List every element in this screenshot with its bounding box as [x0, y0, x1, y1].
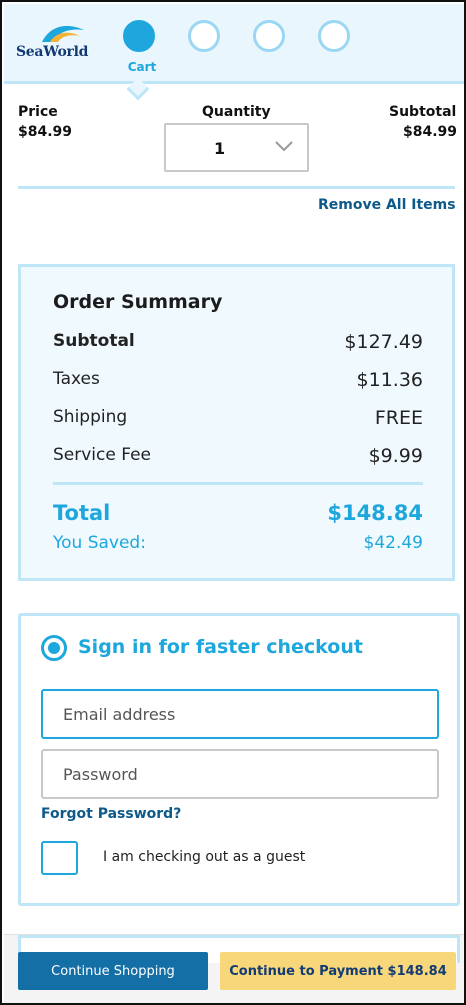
- subtotal-label: Subtotal: [389, 104, 457, 120]
- quantity-label: Quantity: [202, 104, 271, 120]
- sticky-footer: Continue Shopping Continue to Payment $1…: [4, 934, 464, 1003]
- price-label: Price: [18, 104, 58, 120]
- step-2-indicator: [188, 20, 220, 52]
- summary-value: $11.36: [356, 369, 423, 391]
- signin-radio[interactable]: [41, 635, 67, 661]
- summary-total-row: Total $148.84: [53, 501, 423, 527]
- checkout-header: SeaWorld Cart: [4, 4, 464, 84]
- order-summary-panel: Order Summary Subtotal $127.49 Taxes $11…: [18, 264, 455, 581]
- forgot-password-link[interactable]: Forgot Password?: [41, 806, 181, 822]
- summary-value: $9.99: [368, 445, 423, 467]
- summary-value: FREE: [374, 407, 423, 429]
- logo-text: SeaWorld: [16, 44, 89, 60]
- summary-row-service-fee: Service Fee $9.99: [53, 445, 423, 471]
- chevron-down-icon: [275, 141, 293, 152]
- radio-selected-dot: [48, 642, 60, 654]
- signin-panel: Sign in for faster checkout Forgot Passw…: [18, 613, 460, 906]
- total-label: Total: [53, 501, 111, 525]
- quantity-value: 1: [214, 139, 226, 158]
- order-summary-title: Order Summary: [53, 291, 223, 313]
- summary-row-shipping: Shipping FREE: [53, 407, 423, 433]
- guest-checkbox-label: I am checking out as a guest: [103, 849, 306, 865]
- step-cart-indicator: [123, 20, 155, 52]
- summary-row-subtotal: Subtotal $127.49: [53, 331, 423, 357]
- cart-divider: [18, 186, 455, 189]
- price-value: $84.99: [18, 124, 73, 140]
- seaworld-logo[interactable]: SeaWorld: [16, 22, 98, 66]
- checkout-page: SeaWorld Cart Price $84.99 Quantity 1 Su…: [0, 0, 466, 1005]
- password-field[interactable]: [41, 749, 439, 799]
- step-cart-label: Cart: [127, 60, 157, 74]
- logo-wave-icon: [42, 26, 84, 42]
- email-field[interactable]: [41, 689, 439, 739]
- summary-label: Taxes: [53, 369, 100, 389]
- summary-row-taxes: Taxes $11.36: [53, 369, 423, 395]
- summary-label: Shipping: [53, 407, 128, 427]
- summary-label: Subtotal: [53, 331, 135, 351]
- saved-value: $42.49: [363, 533, 423, 553]
- continue-to-payment-button[interactable]: Continue to Payment $148.84: [220, 952, 456, 990]
- summary-saved-row: You Saved: $42.49: [53, 533, 423, 559]
- step-3-indicator: [253, 20, 285, 52]
- subtotal-value: $84.99: [403, 124, 458, 140]
- step-4-indicator: [318, 20, 350, 52]
- saved-label: You Saved:: [53, 533, 146, 553]
- summary-label: Service Fee: [53, 445, 151, 465]
- remove-all-items-link[interactable]: Remove All Items: [318, 197, 456, 213]
- guest-checkbox[interactable]: [41, 841, 78, 875]
- summary-value: $127.49: [344, 331, 423, 353]
- total-value: $148.84: [327, 501, 423, 525]
- signin-title[interactable]: Sign in for faster checkout: [78, 636, 363, 658]
- quantity-select[interactable]: 1: [164, 123, 309, 172]
- continue-shopping-button[interactable]: Continue Shopping: [18, 952, 208, 990]
- summary-divider: [53, 482, 423, 485]
